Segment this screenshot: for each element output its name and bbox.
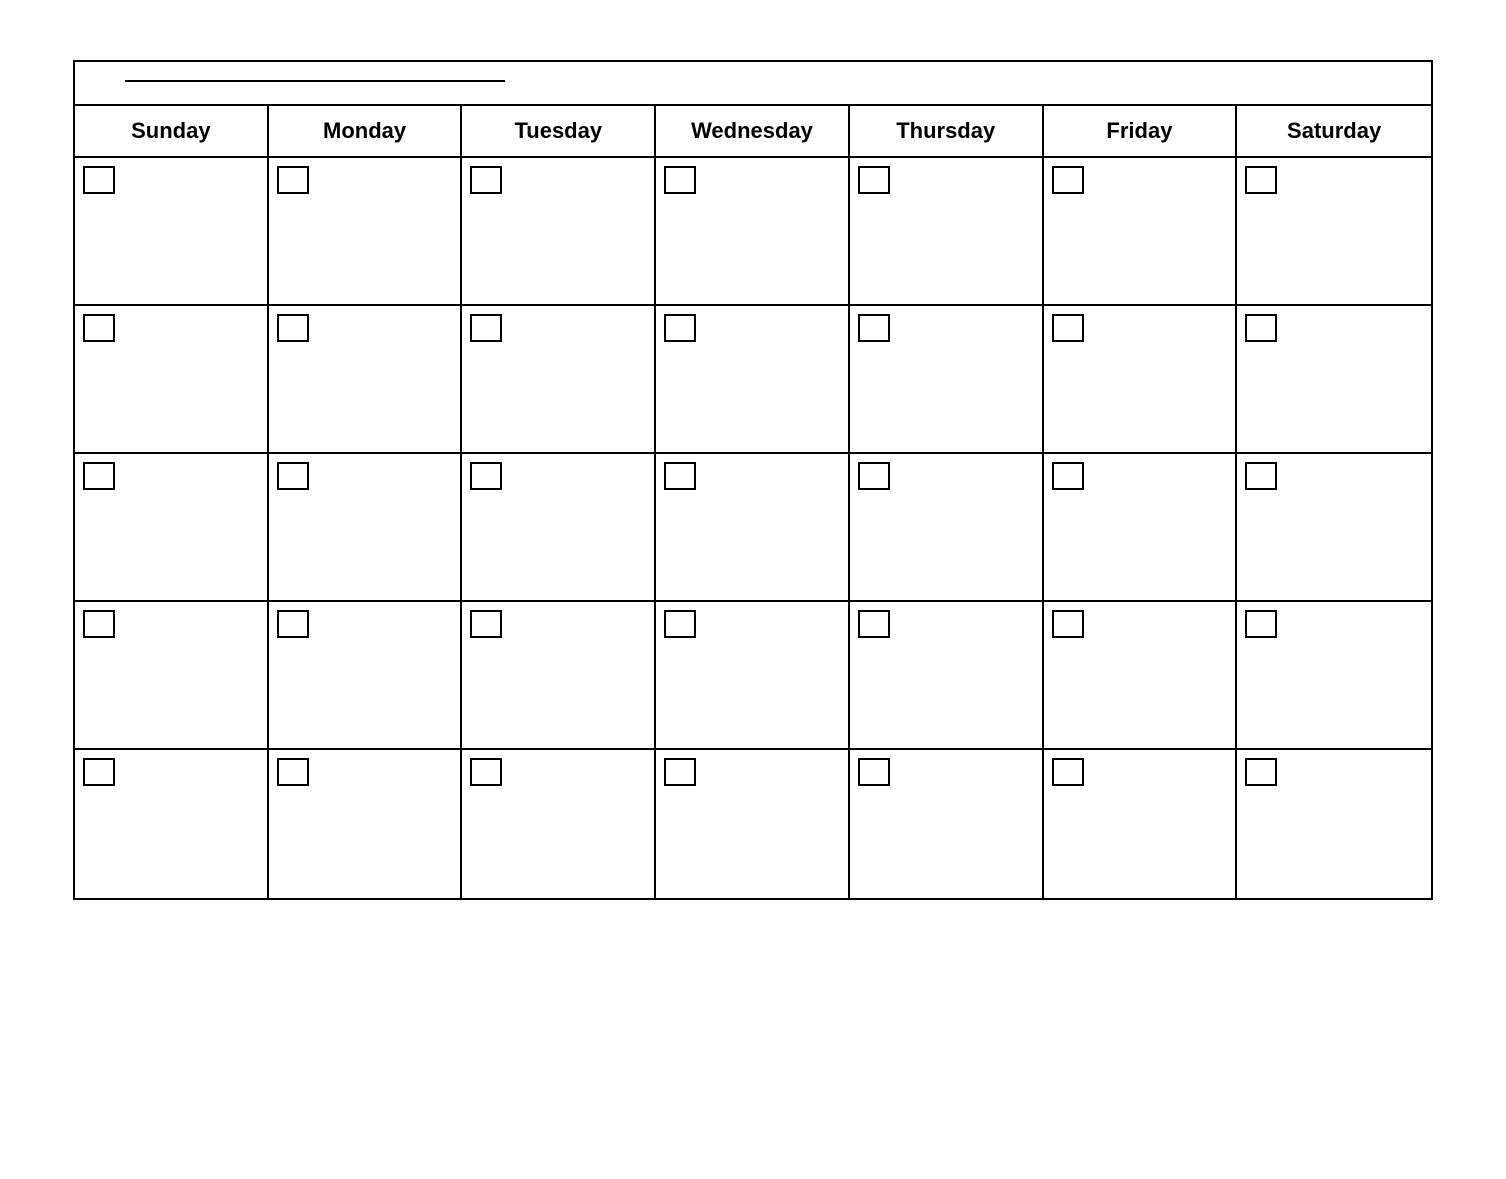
date-number-box: [277, 166, 309, 194]
date-number-box: [858, 610, 890, 638]
day-header-friday: Friday: [1044, 106, 1238, 156]
calendar-cell: [850, 158, 1044, 306]
calendar-cell: [1237, 454, 1431, 602]
calendar-cell: [462, 602, 656, 750]
date-number-box: [1245, 610, 1277, 638]
calendar-cell: [1044, 158, 1238, 306]
date-number-box: [664, 314, 696, 342]
calendar-cell: [850, 454, 1044, 602]
calendar-cell: [462, 454, 656, 602]
date-number-box: [277, 758, 309, 786]
date-number-box: [858, 758, 890, 786]
date-number-box: [1245, 462, 1277, 490]
days-header: SundayMondayTuesdayWednesdayThursdayFrid…: [75, 106, 1431, 158]
calendar-cell: [656, 750, 850, 898]
date-number-box: [664, 462, 696, 490]
calendar-cell: [1237, 750, 1431, 898]
calendar-cell: [1044, 750, 1238, 898]
date-number-box: [470, 462, 502, 490]
date-number-box: [1052, 462, 1084, 490]
date-number-box: [470, 166, 502, 194]
date-number-box: [1245, 166, 1277, 194]
date-number-box: [858, 462, 890, 490]
date-number-box: [83, 314, 115, 342]
date-number-box: [83, 610, 115, 638]
date-number-box: [664, 610, 696, 638]
date-number-box: [1052, 758, 1084, 786]
calendar-cell: [269, 306, 463, 454]
date-number-box: [277, 314, 309, 342]
date-number-box: [664, 758, 696, 786]
calendar-cell: [269, 158, 463, 306]
date-number-box: [83, 166, 115, 194]
day-header-thursday: Thursday: [850, 106, 1044, 156]
date-number-box: [858, 314, 890, 342]
date-number-box: [1245, 758, 1277, 786]
calendar-cell: [269, 602, 463, 750]
date-number-box: [83, 462, 115, 490]
calendar-cell: [1044, 454, 1238, 602]
date-number-box: [277, 462, 309, 490]
date-number-box: [858, 166, 890, 194]
calendar-cell: [850, 306, 1044, 454]
calendar-cell: [1237, 602, 1431, 750]
date-number-box: [1052, 610, 1084, 638]
calendar-cell: [269, 750, 463, 898]
date-number-box: [1052, 314, 1084, 342]
calendar-cell: [75, 454, 269, 602]
calendar-cell: [462, 306, 656, 454]
calendar-grid: [75, 158, 1431, 898]
month-line: [125, 80, 505, 82]
day-header-wednesday: Wednesday: [656, 106, 850, 156]
date-number-box: [1245, 314, 1277, 342]
date-number-box: [470, 610, 502, 638]
day-header-saturday: Saturday: [1237, 106, 1431, 156]
date-number-box: [83, 758, 115, 786]
calendar-cell: [1044, 602, 1238, 750]
day-header-tuesday: Tuesday: [462, 106, 656, 156]
calendar-cell: [75, 306, 269, 454]
calendar-cell: [75, 750, 269, 898]
calendar-cell: [75, 158, 269, 306]
calendar-cell: [1237, 158, 1431, 306]
day-header-sunday: Sunday: [75, 106, 269, 156]
date-number-box: [1052, 166, 1084, 194]
calendar-cell: [656, 158, 850, 306]
calendar-cell: [75, 602, 269, 750]
calendar: SundayMondayTuesdayWednesdayThursdayFrid…: [73, 60, 1433, 900]
date-number-box: [470, 758, 502, 786]
calendar-cell: [1237, 306, 1431, 454]
month-header: [75, 62, 1431, 106]
calendar-cell: [1044, 306, 1238, 454]
calendar-cell: [656, 306, 850, 454]
date-number-box: [470, 314, 502, 342]
calendar-cell: [462, 750, 656, 898]
calendar-cell: [269, 454, 463, 602]
calendar-cell: [656, 602, 850, 750]
day-header-monday: Monday: [269, 106, 463, 156]
calendar-cell: [850, 602, 1044, 750]
calendar-cell: [656, 454, 850, 602]
date-number-box: [277, 610, 309, 638]
date-number-box: [664, 166, 696, 194]
calendar-cell: [850, 750, 1044, 898]
calendar-cell: [462, 158, 656, 306]
